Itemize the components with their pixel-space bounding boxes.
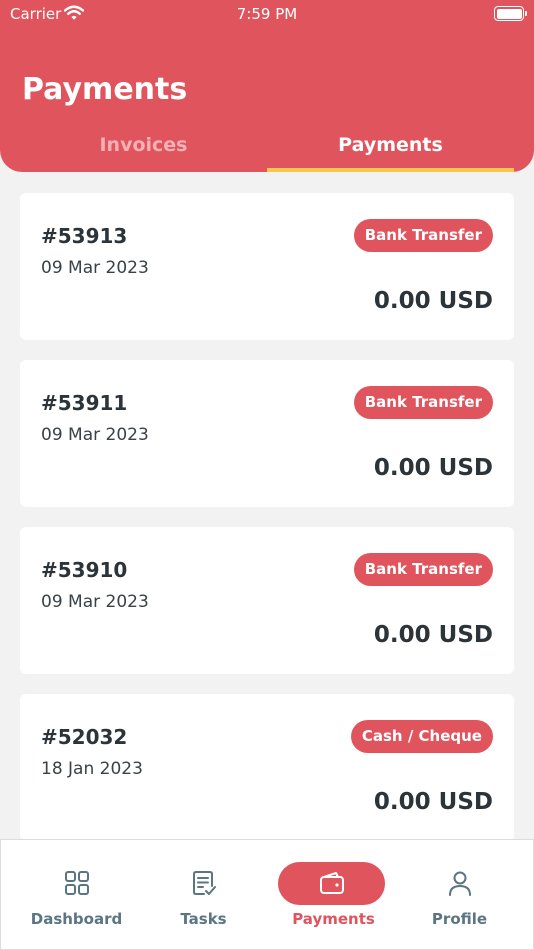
payment-ref: #53910 bbox=[41, 558, 128, 582]
payment-ref: #53913 bbox=[41, 224, 128, 248]
nav-profile[interactable]: Profile bbox=[393, 840, 526, 950]
payment-method-badge: Bank Transfer bbox=[353, 386, 493, 419]
tab-invoices[interactable]: Invoices bbox=[20, 125, 267, 172]
active-tab-indicator bbox=[267, 168, 514, 172]
nav-label: Profile bbox=[431, 910, 488, 928]
payment-ref: #53911 bbox=[41, 391, 128, 415]
payment-card[interactable]: #53911 09 Mar 2023 Bank Transfer 0.00 US… bbox=[20, 360, 514, 507]
page-title: Payments bbox=[22, 72, 188, 107]
nav-payments[interactable]: Payments bbox=[267, 840, 400, 950]
payment-card[interactable]: #52032 18 Jan 2023 Cash / Cheque 0.00 US… bbox=[20, 694, 514, 841]
status-bar: Carrier 7:59 PM bbox=[0, 0, 534, 28]
payment-method-badge: Bank Transfer bbox=[353, 219, 493, 252]
user-icon bbox=[449, 871, 471, 896]
tab-payments[interactable]: Payments bbox=[267, 125, 514, 172]
task-list-icon bbox=[193, 871, 216, 895]
payment-amount: 0.00 USD bbox=[373, 288, 493, 314]
payment-date: 18 Jan 2023 bbox=[41, 759, 143, 779]
payment-amount: 0.00 USD bbox=[373, 789, 493, 815]
app-header: Carrier 7:59 PM Payments Invoices Paymen… bbox=[0, 0, 534, 172]
tab-strip: Invoices Payments bbox=[20, 125, 514, 172]
payment-amount: 0.00 USD bbox=[373, 455, 493, 481]
nav-label: Tasks bbox=[180, 910, 227, 928]
payment-date: 09 Mar 2023 bbox=[41, 592, 149, 612]
wallet-icon bbox=[320, 872, 344, 894]
payment-card[interactable]: #53910 09 Mar 2023 Bank Transfer 0.00 US… bbox=[20, 527, 514, 674]
bottom-nav: Dashboard Tasks Payments Profile bbox=[0, 839, 534, 950]
nav-tasks[interactable]: Tasks bbox=[137, 840, 270, 950]
tab-label: Payments bbox=[338, 134, 443, 156]
grid-icon bbox=[65, 871, 89, 895]
nav-dashboard[interactable]: Dashboard bbox=[10, 840, 143, 950]
payment-amount: 0.00 USD bbox=[373, 622, 493, 648]
payments-list: #53913 09 Mar 2023 Bank Transfer 0.00 US… bbox=[20, 193, 514, 861]
payment-method-badge: Bank Transfer bbox=[353, 553, 493, 586]
payment-date: 09 Mar 2023 bbox=[41, 258, 149, 278]
payment-ref: #52032 bbox=[41, 725, 128, 749]
nav-label: Payments bbox=[292, 910, 375, 928]
clock-time: 7:59 PM bbox=[236, 5, 298, 23]
payment-method-badge: Cash / Cheque bbox=[350, 720, 493, 753]
payment-date: 09 Mar 2023 bbox=[41, 425, 149, 445]
payment-card[interactable]: #53913 09 Mar 2023 Bank Transfer 0.00 US… bbox=[20, 193, 514, 340]
nav-label: Dashboard bbox=[30, 910, 123, 928]
tab-label: Invoices bbox=[99, 134, 188, 156]
battery-icon bbox=[494, 6, 527, 21]
